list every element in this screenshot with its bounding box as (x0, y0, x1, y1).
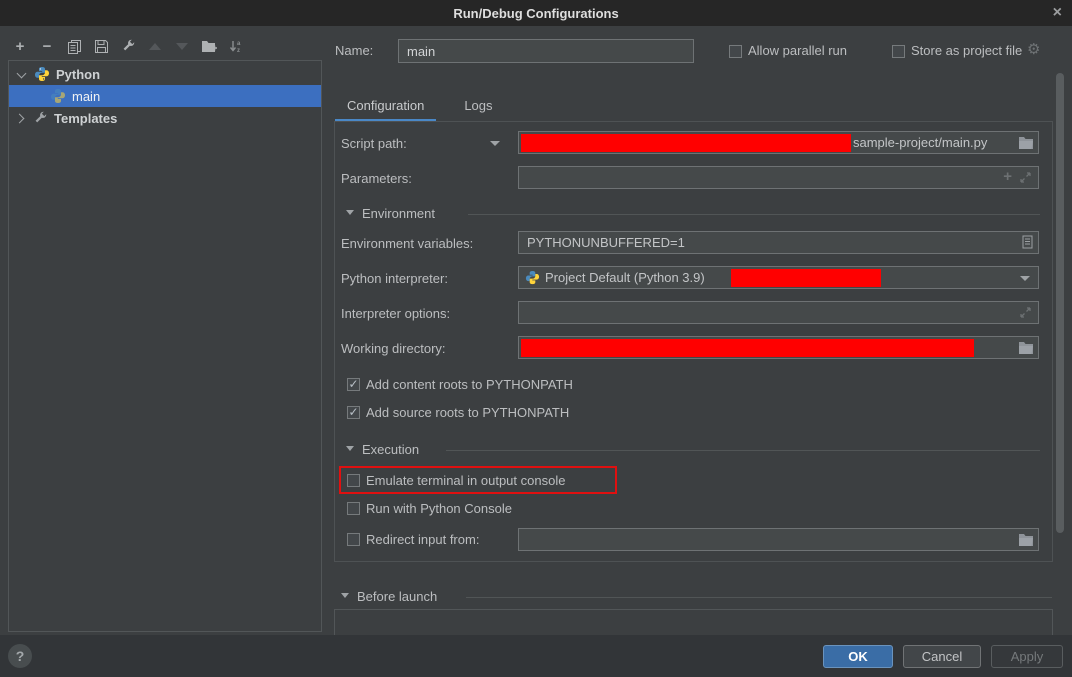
svg-text:a: a (237, 41, 241, 47)
emulate-terminal-label: Emulate terminal in output console (366, 473, 565, 488)
vertical-scrollbar[interactable] (1056, 73, 1064, 533)
help-button[interactable]: ? (8, 644, 32, 668)
chevron-down-icon[interactable] (1020, 276, 1030, 281)
section-divider (468, 214, 1040, 215)
add-configuration-icon[interactable]: + (12, 38, 28, 54)
tab-bar: Configuration Logs (335, 92, 505, 121)
before-launch-section-header: Before launch (357, 589, 437, 604)
ok-button[interactable]: OK (823, 645, 893, 668)
working-directory-label: Working directory: (341, 341, 446, 356)
tab-configuration[interactable]: Configuration (335, 92, 436, 121)
tree-item-label: main (72, 89, 100, 104)
configurations-toolbar: + − (12, 36, 244, 56)
redaction-block (731, 269, 881, 287)
python-icon (50, 88, 66, 104)
redirect-input-label: Redirect input from: (366, 532, 479, 547)
tree-item-templates[interactable]: Templates (9, 107, 321, 129)
env-vars-value: PYTHONUNBUFFERED=1 (527, 235, 685, 250)
dialog-title: Run/Debug Configurations (453, 6, 618, 21)
expand-field-icon[interactable] (1019, 306, 1032, 322)
working-directory-field[interactable] (518, 336, 1039, 359)
interpreter-select[interactable]: Project Default (Python 3.9) (518, 266, 1039, 289)
folder-icon[interactable] (1018, 341, 1034, 357)
folder-icon[interactable] (1018, 136, 1034, 152)
store-as-project-file-checkbox[interactable] (892, 45, 905, 58)
add-source-roots-checkbox[interactable]: ✓ (347, 406, 360, 419)
configurations-tree: Python main Templates (8, 60, 322, 632)
save-icon (94, 39, 109, 54)
redirect-input-checkbox[interactable] (347, 533, 360, 546)
close-icon[interactable]: × (1053, 3, 1062, 23)
tree-item-python[interactable]: Python (9, 63, 321, 85)
run-debug-configurations-dialog: Run/Debug Configurations × + − (0, 0, 1072, 677)
new-folder-icon[interactable] (201, 38, 217, 54)
environment-section-header: Environment (362, 206, 435, 221)
edit-templates-icon[interactable] (120, 38, 136, 54)
run-with-python-console-checkbox[interactable] (347, 502, 360, 515)
move-up-icon (147, 38, 163, 54)
apply-button: Apply (991, 645, 1063, 668)
name-label: Name: (335, 43, 373, 58)
script-path-dropdown-icon[interactable] (490, 141, 500, 146)
expand-field-icon[interactable] (1019, 171, 1032, 187)
add-macro-icon[interactable]: + (1003, 168, 1012, 185)
parameters-label: Parameters: (341, 171, 412, 186)
python-icon (525, 270, 540, 288)
wrench-icon (32, 110, 48, 126)
tree-item-main[interactable]: main (9, 85, 321, 107)
tree-item-label: Templates (54, 111, 117, 126)
interpreter-options-label: Interpreter options: (341, 306, 450, 321)
section-divider (466, 597, 1052, 598)
sort-configurations-icon[interactable]: a z (228, 38, 244, 54)
browse-variables-icon[interactable] (1022, 235, 1033, 252)
environment-collapse-icon[interactable] (346, 210, 354, 215)
new-folder-icon (201, 39, 217, 53)
save-configuration-icon[interactable] (93, 38, 109, 54)
title-bar: Run/Debug Configurations × (0, 0, 1072, 26)
allow-parallel-run-checkbox[interactable] (729, 45, 742, 58)
interpreter-options-field[interactable] (518, 301, 1039, 324)
wrench-icon (120, 38, 136, 54)
section-divider (446, 450, 1040, 451)
emulate-terminal-checkbox[interactable] (347, 474, 360, 487)
store-as-project-file-label: Store as project file (911, 43, 1022, 58)
script-path-field[interactable]: sample-project/main.py (518, 131, 1039, 154)
redaction-block (521, 134, 851, 152)
copy-configuration-icon[interactable] (66, 38, 82, 54)
python-icon (34, 66, 50, 82)
sort-az-icon: a z (229, 39, 244, 54)
move-down-icon (174, 38, 190, 54)
execution-section-header: Execution (362, 442, 419, 457)
remove-configuration-icon[interactable]: − (39, 38, 55, 54)
svg-text:z: z (237, 48, 240, 54)
chevron-right-icon[interactable] (15, 113, 25, 123)
chevron-down-icon[interactable] (17, 68, 27, 78)
add-content-roots-checkbox[interactable]: ✓ (347, 378, 360, 391)
before-launch-task-list[interactable] (334, 609, 1053, 637)
redirect-input-field[interactable] (518, 528, 1039, 551)
folder-icon[interactable] (1018, 533, 1034, 549)
parameters-field[interactable]: + (518, 166, 1039, 189)
add-source-roots-label: Add source roots to PYTHONPATH (366, 405, 569, 420)
interpreter-label: Python interpreter: (341, 271, 448, 286)
add-content-roots-label: Add content roots to PYTHONPATH (366, 377, 573, 392)
redaction-block (521, 339, 974, 357)
env-vars-label: Environment variables: (341, 236, 473, 251)
script-path-label: Script path: (341, 136, 407, 151)
tab-logs[interactable]: Logs (452, 92, 504, 121)
interpreter-value: Project Default (Python 3.9) (545, 270, 705, 285)
copy-icon (67, 39, 82, 54)
name-input[interactable] (398, 39, 694, 63)
execution-collapse-icon[interactable] (346, 446, 354, 451)
cancel-button[interactable]: Cancel (903, 645, 981, 668)
env-vars-field[interactable]: PYTHONUNBUFFERED=1 (518, 231, 1039, 254)
before-launch-collapse-icon[interactable] (341, 593, 349, 598)
tree-item-label: Python (56, 67, 100, 82)
gear-icon[interactable]: ⚙ (1027, 40, 1040, 58)
allow-parallel-run-label: Allow parallel run (748, 43, 847, 58)
script-path-value: sample-project/main.py (853, 135, 987, 150)
run-with-python-console-label: Run with Python Console (366, 501, 512, 516)
